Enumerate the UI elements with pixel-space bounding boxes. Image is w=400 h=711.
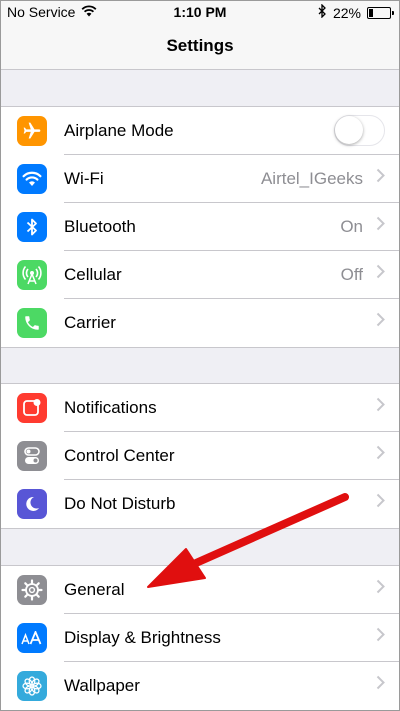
toggle-knob	[335, 116, 363, 144]
bluetooth-status-icon	[318, 3, 327, 21]
status-bar: No Service 1:10 PM 22%	[1, 1, 399, 25]
display-brightness-row[interactable]: Display & Brightness	[1, 614, 399, 662]
chevron-right-icon	[376, 579, 385, 599]
wifi-label: Wi-Fi	[64, 169, 104, 188]
wifi-row[interactable]: Wi-Fi Airtel_IGeeks	[1, 155, 399, 203]
flower-icon	[17, 671, 47, 701]
chevron-right-icon	[376, 627, 385, 647]
do-not-disturb-label: Do Not Disturb	[64, 494, 176, 513]
settings-group-notifications: Notifications Control Center Do Not Dist…	[1, 383, 399, 529]
wallpaper-label: Wallpaper	[64, 676, 140, 695]
navigation-bar: Settings	[1, 25, 399, 70]
cellular-icon	[17, 260, 47, 290]
airplane-mode-row[interactable]: Airplane Mode	[1, 107, 399, 155]
notifications-row[interactable]: Notifications	[1, 384, 399, 432]
bluetooth-row[interactable]: Bluetooth On	[1, 203, 399, 251]
battery-percent: 22%	[332, 4, 361, 21]
chevron-right-icon	[376, 675, 385, 695]
gear-icon	[17, 575, 47, 605]
chevron-right-icon	[376, 397, 385, 417]
airplane-icon	[17, 116, 47, 146]
cellular-value: Off	[340, 265, 363, 284]
carrier-label: Carrier	[64, 313, 116, 332]
wallpaper-row[interactable]: Wallpaper	[1, 662, 399, 710]
bluetooth-icon	[17, 212, 47, 242]
chevron-right-icon	[376, 312, 385, 332]
airplane-mode-label: Airplane Mode	[64, 121, 174, 140]
control-center-icon	[17, 441, 47, 471]
chevron-right-icon	[376, 264, 385, 284]
do-not-disturb-row[interactable]: Do Not Disturb	[1, 480, 399, 528]
control-center-row[interactable]: Control Center	[1, 432, 399, 480]
bluetooth-value: On	[340, 217, 363, 236]
chevron-right-icon	[376, 493, 385, 513]
phone-icon	[17, 308, 47, 338]
settings-screen: No Service 1:10 PM 22% Settings Airplane…	[0, 0, 400, 711]
moon-icon	[17, 489, 47, 519]
settings-group-general: General Display & Brightness Wallpaper	[1, 565, 399, 710]
general-label: General	[64, 580, 125, 599]
notifications-icon	[17, 393, 47, 423]
general-row[interactable]: General	[1, 566, 399, 614]
carrier-row[interactable]: Carrier	[1, 299, 399, 347]
battery-icon	[367, 6, 394, 19]
settings-group-connectivity: Airplane Mode Wi-Fi Airtel_IGeeks Blueto…	[1, 106, 399, 348]
wifi-icon	[17, 164, 47, 194]
cellular-row[interactable]: Cellular Off	[1, 251, 399, 299]
status-right: 22%	[318, 3, 394, 21]
battery-fill	[369, 8, 373, 17]
wifi-value: Airtel_IGeeks	[260, 169, 363, 188]
airplane-mode-toggle[interactable]	[334, 115, 385, 146]
chevron-right-icon	[376, 445, 385, 465]
control-center-label: Control Center	[64, 446, 175, 465]
page-title: Settings	[166, 36, 234, 55]
notifications-label: Notifications	[64, 398, 157, 417]
text-size-icon	[17, 623, 47, 653]
display-brightness-label: Display & Brightness	[64, 628, 221, 647]
chevron-right-icon	[376, 216, 385, 236]
cellular-label: Cellular	[64, 265, 122, 284]
bluetooth-label: Bluetooth	[64, 217, 136, 236]
chevron-right-icon	[376, 168, 385, 188]
